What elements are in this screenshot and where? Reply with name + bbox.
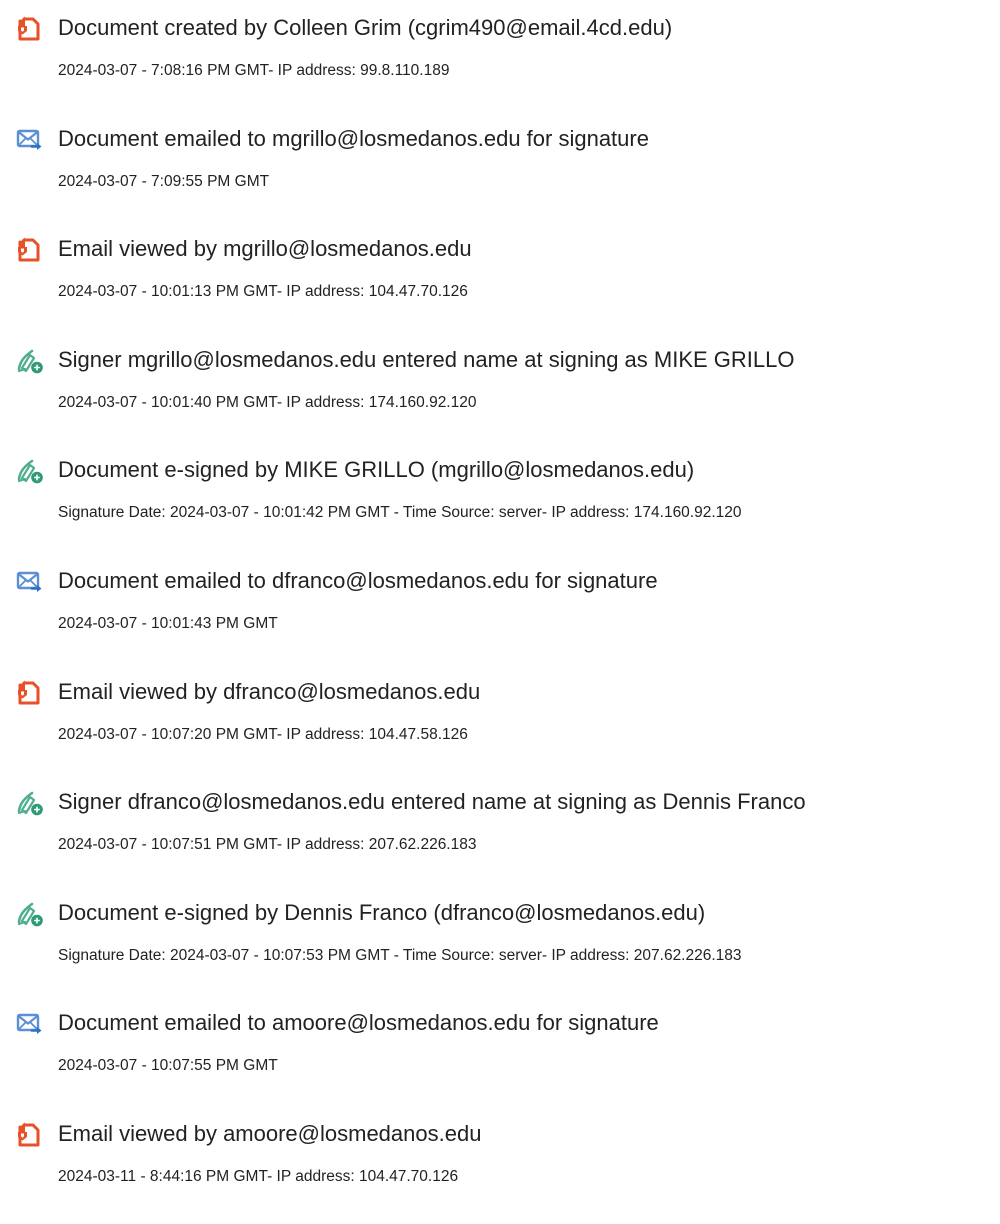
audit-event: Document e-signed by MIKE GRILLO (mgrill… [0, 442, 1000, 552]
event-title: Document e-signed by MIKE GRILLO (mgrill… [58, 457, 695, 483]
event-title: Document e-signed by Dennis Franco (dfra… [58, 899, 706, 925]
audit-event: Signer mgrillo@losmedanos.edu entered na… [0, 332, 1000, 442]
audit-event: Document created by Colleen Grim (cgrim4… [0, 0, 1000, 110]
event-title: Document created by Colleen Grim (cgrim4… [58, 15, 673, 40]
event-title: Document emailed to mgrillo@losmedanos.e… [58, 125, 649, 151]
email-sent-icon [16, 568, 44, 596]
event-detail: 2024-03-07 - 10:07:20 PM GMT- IP address… [58, 725, 468, 743]
event-detail: 2024-03-07 - 10:01:13 PM GMT- IP address… [58, 283, 468, 301]
event-detail: 2024-03-07 - 7:08:16 PM GMT- IP address:… [58, 62, 450, 79]
event-detail: 2024-03-07 - 10:07:55 PM GMT [58, 1057, 278, 1075]
event-detail: 2024-03-07 - 10:01:40 PM GMT- IP address… [58, 393, 477, 411]
email-sent-icon [16, 126, 44, 154]
audit-event: Document emailed to mgrillo@losmedanos.e… [0, 111, 1000, 221]
signature-pen-icon [16, 900, 44, 928]
audit-event: Email viewed by amoore@losmedanos.edu 20… [0, 1106, 1000, 1216]
event-detail: 2024-03-07 - 10:01:43 PM GMT [58, 615, 278, 632]
document-viewed-icon [16, 679, 44, 707]
event-title: Signer mgrillo@losmedanos.edu entered na… [58, 346, 795, 372]
audit-event: Document emailed to amoore@losmedanos.ed… [0, 995, 1000, 1105]
email-sent-icon [16, 1010, 44, 1038]
event-detail: Signature Date: 2024-03-07 - 10:07:53 PM… [58, 946, 742, 964]
audit-event: Email viewed by mgrillo@losmedanos.edu 2… [0, 221, 1000, 331]
audit-event: Email viewed by dfranco@losmedanos.edu 2… [0, 664, 1000, 774]
audit-event: Document e-signed by Dennis Franco (dfra… [0, 885, 1000, 995]
event-title: Email viewed by mgrillo@losmedanos.edu [58, 236, 472, 262]
event-detail: Signature Date: 2024-03-07 - 10:01:42 PM… [58, 504, 742, 522]
event-title: Document emailed to dfranco@losmedanos.e… [58, 568, 658, 593]
event-detail: 2024-03-07 - 7:09:55 PM GMT [58, 172, 270, 190]
document-viewed-icon [16, 1121, 44, 1149]
event-title: Email viewed by dfranco@losmedanos.edu [58, 678, 481, 704]
signature-pen-icon [16, 789, 44, 817]
signature-pen-icon [16, 457, 44, 485]
event-detail: 2024-03-07 - 10:07:51 PM GMT- IP address… [58, 836, 477, 854]
document-created-icon [16, 15, 44, 43]
signature-pen-icon [16, 347, 44, 375]
audit-event: Signer dfranco@losmedanos.edu entered na… [0, 774, 1000, 884]
document-viewed-icon [16, 236, 44, 264]
event-title: Email viewed by amoore@losmedanos.edu [58, 1121, 482, 1146]
event-title: Signer dfranco@losmedanos.edu entered na… [58, 789, 806, 815]
event-detail: 2024-03-11 - 8:44:16 PM GMT- IP address:… [58, 1168, 459, 1185]
event-title: Document emailed to amoore@losmedanos.ed… [58, 1010, 659, 1036]
audit-event: Document emailed to dfranco@losmedanos.e… [0, 553, 1000, 663]
